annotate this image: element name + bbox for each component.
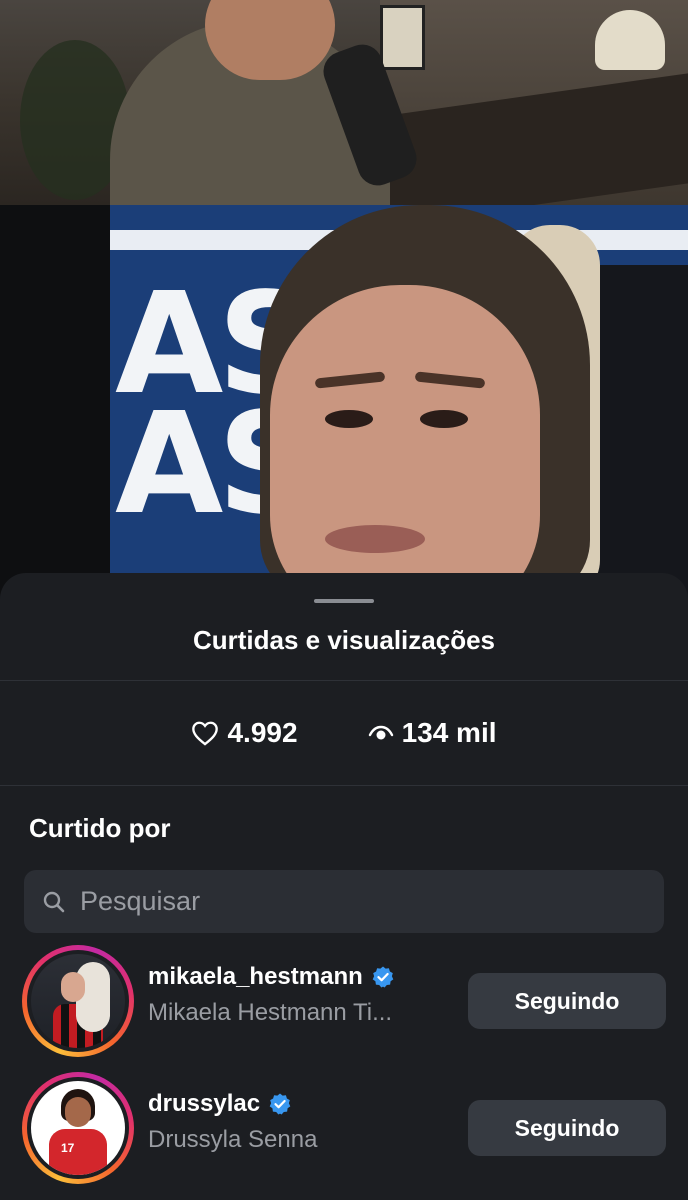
avatar	[31, 954, 125, 1048]
heart-icon	[192, 721, 219, 746]
verified-badge-icon	[269, 1093, 291, 1115]
divider	[0, 785, 688, 786]
username[interactable]: mikaela_hestmann	[148, 963, 363, 991]
eye-icon	[368, 725, 393, 740]
username[interactable]: drussylac	[148, 1090, 260, 1118]
main-camera-feed: AS AS	[110, 205, 688, 600]
liked-by-title: Curtido por	[29, 813, 171, 843]
top-camera-feed	[0, 0, 688, 205]
avatar-story-ring[interactable]: 17	[22, 1072, 134, 1184]
full-name: Mikaela Hestmann Ti...	[148, 999, 393, 1026]
following-button[interactable]: Seguindo	[468, 973, 666, 1029]
likes-stat: 4.992	[191, 717, 298, 749]
search-bar[interactable]	[24, 870, 664, 933]
following-button[interactable]: Seguindo	[468, 1100, 666, 1156]
stats-bar: 4.992 134 mil	[0, 681, 688, 785]
video-player[interactable]: AS AS	[0, 0, 688, 600]
sheet-title: Curtidas e visualizações	[192, 625, 496, 655]
likes-count: 4.992	[227, 717, 298, 748]
views-count: 134 mil	[401, 717, 497, 748]
likes-views-sheet: Curtidas e visualizações 4.992 134 mil C…	[0, 573, 688, 1200]
search-input[interactable]	[80, 886, 620, 917]
verified-badge-icon	[372, 966, 394, 988]
avatar: 17	[31, 1081, 125, 1175]
avatar-story-ring[interactable]	[22, 945, 134, 1057]
full-name: Drussyla Senna	[148, 1126, 318, 1153]
list-item[interactable]: 17 drussylac Drussyla Senna Seguindo	[0, 1072, 688, 1184]
search-icon	[43, 891, 65, 912]
sheet-grabber[interactable]	[314, 599, 374, 603]
views-stat: 134 mil	[368, 717, 497, 749]
list-item[interactable]: mikaela_hestmann Mikaela Hestmann Ti... …	[0, 945, 688, 1057]
